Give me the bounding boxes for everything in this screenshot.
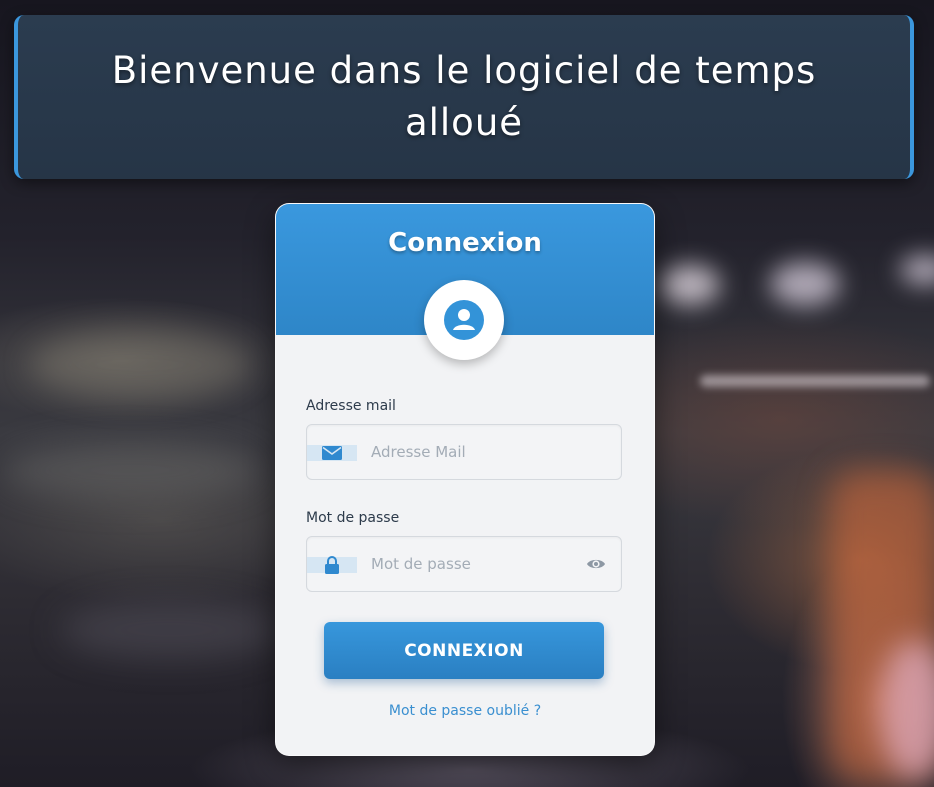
user-circle-icon [424,280,504,360]
password-field[interactable] [306,536,622,592]
page-title: Bienvenue dans le logiciel de temps allo… [111,49,817,144]
email-field[interactable] [306,424,622,480]
welcome-banner: Bienvenue dans le logiciel de temps allo… [14,15,914,179]
forgot-password-link[interactable]: Mot de passe oublié ? [276,703,654,719]
password-label: Mot de passe [306,510,400,526]
envelope-icon [307,445,357,461]
email-label: Adresse mail [306,398,396,414]
email-input[interactable] [371,425,571,479]
password-input[interactable] [371,537,571,591]
login-card: Connexion Adresse mail Mot de passe [275,203,655,756]
eye-icon[interactable] [585,555,607,573]
lock-icon [307,556,357,574]
login-title: Connexion [388,228,542,258]
login-button[interactable]: CONNEXION [324,622,604,679]
